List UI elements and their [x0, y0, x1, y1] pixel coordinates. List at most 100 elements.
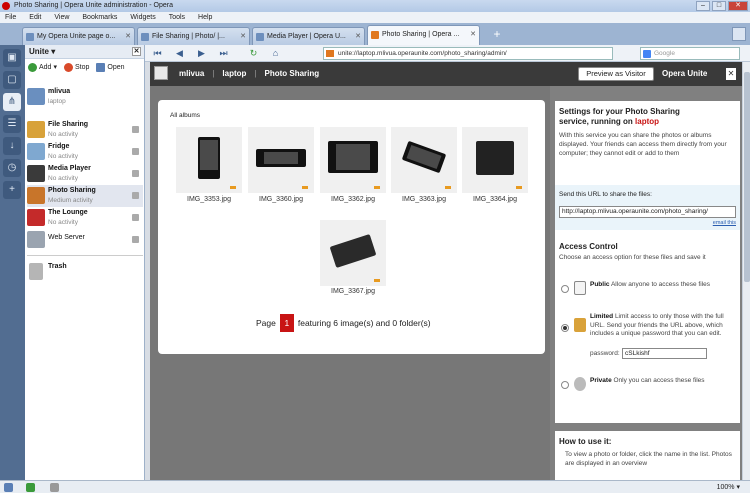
tab-photo-sharing[interactable]: Photo Sharing | Opera ... ✕ — [367, 25, 480, 45]
add-panel-icon[interactable]: + — [3, 181, 21, 199]
bookmarks-panel-icon[interactable]: ▣ — [3, 49, 21, 67]
public-radio[interactable] — [561, 285, 569, 293]
service-toggle-icon[interactable] — [132, 236, 139, 243]
service-status: Medium activity — [48, 197, 93, 204]
forward-icon[interactable]: ▶ — [195, 47, 208, 60]
all-albums-link[interactable]: All albums — [170, 112, 200, 119]
photo-caption[interactable]: IMG_3364.jpg — [455, 196, 535, 203]
search-field[interactable]: Google — [640, 47, 740, 60]
close-tab-icon[interactable]: ✕ — [125, 28, 131, 45]
site-header: mlivua | laptop | Photo Sharing Preview … — [150, 62, 742, 86]
reload-icon[interactable]: ↻ — [247, 47, 260, 60]
unite-panel-icon[interactable]: ⋔ — [3, 93, 21, 111]
minimize-button[interactable]: – — [696, 1, 710, 11]
home-item[interactable]: mlivua laptop — [27, 86, 143, 108]
service-item-fridge[interactable]: Fridge No activity — [27, 141, 143, 163]
zoom-level[interactable]: 100% ▾ — [717, 482, 740, 493]
photo-caption[interactable]: IMG_3360.jpg — [241, 196, 321, 203]
menu-help[interactable]: Help — [198, 12, 212, 23]
panel-header: Unite ▾ ✕ — [25, 45, 144, 59]
service-toggle-icon[interactable] — [132, 214, 139, 221]
trash-item[interactable]: Trash — [27, 261, 143, 283]
close-tab-icon[interactable]: ✕ — [355, 28, 361, 45]
menu-file[interactable]: File — [5, 12, 16, 23]
limited-text: Limited Limit access to only those with … — [590, 313, 724, 337]
tab-media-player[interactable]: Media Player | Opera U... ✕ — [252, 27, 365, 45]
stop-button[interactable]: Stop — [63, 62, 89, 72]
home-icon[interactable]: ⌂ — [269, 47, 282, 60]
tab-menu-button[interactable] — [732, 27, 746, 41]
service-toggle-icon[interactable] — [132, 170, 139, 177]
address-field[interactable]: unite://laptop.mlivua.operaunite.com/pho… — [323, 47, 613, 60]
close-tab-icon[interactable]: ✕ — [240, 28, 246, 45]
access-option-public[interactable]: Public Allow anyone to access these file… — [559, 280, 739, 308]
preview-as-visitor-button[interactable]: Preview as Visitor — [578, 67, 654, 81]
tab-file-sharing[interactable]: File Sharing | Photo/ |... ✕ — [137, 27, 250, 45]
add-button[interactable]: Add ▾ — [28, 62, 57, 72]
breadcrumb-user[interactable]: mlivua — [179, 62, 204, 86]
photo-caption[interactable]: IMG_3367.jpg — [313, 288, 393, 295]
url-text: unite://laptop.mlivua.operaunite.com/pho… — [338, 50, 507, 57]
service-toggle-icon[interactable] — [132, 148, 139, 155]
downloads-panel-icon[interactable]: ↓ — [3, 137, 21, 155]
device-image — [329, 234, 377, 268]
password-field[interactable]: cSLkishf — [622, 348, 707, 359]
breadcrumb-device[interactable]: laptop — [222, 62, 246, 86]
service-item-the-lounge[interactable]: The Lounge No activity — [27, 207, 143, 229]
settings-title: Settings for your Photo Sharing service, … — [559, 107, 680, 126]
limited-radio[interactable] — [561, 324, 569, 332]
private-radio[interactable] — [561, 381, 569, 389]
close-panel-icon[interactable]: ✕ — [132, 47, 141, 56]
tab-favicon — [371, 31, 379, 39]
close-tab-icon[interactable]: ✕ — [470, 26, 476, 43]
new-tab-button[interactable]: + — [490, 28, 504, 42]
device-image — [401, 140, 447, 174]
photo-caption[interactable]: IMG_3363.jpg — [384, 196, 464, 203]
page-number[interactable]: 1 — [279, 314, 294, 332]
turbo-icon[interactable] — [50, 483, 59, 492]
photo-thumbnail[interactable] — [391, 127, 457, 193]
access-option-private[interactable]: Private Only you can access these files — [559, 376, 739, 400]
rewind-icon[interactable]: ⏮ — [151, 47, 164, 60]
how-to-title: How to use it: — [559, 437, 612, 446]
tab-my-opera-unite[interactable]: My Opera Unite page o... ✕ — [22, 27, 135, 45]
maximize-button[interactable]: □ — [712, 1, 726, 11]
service-item-photo-sharing[interactable]: Photo Sharing Medium activity — [27, 185, 143, 207]
menu-bookmarks[interactable]: Bookmarks — [82, 12, 117, 23]
service-item-file-sharing[interactable]: File Sharing No activity — [27, 119, 143, 141]
widgets-panel-icon[interactable]: ▢ — [3, 71, 21, 89]
photo-caption[interactable]: IMG_3353.jpg — [169, 196, 249, 203]
page-scrollbar[interactable] — [742, 62, 750, 480]
service-toggle-icon[interactable] — [132, 192, 139, 199]
share-url-field[interactable]: http://laptop.mlivua.operaunite.com/phot… — [559, 206, 736, 218]
photo-thumbnail[interactable] — [462, 127, 528, 193]
close-window-button[interactable]: ✕ — [728, 1, 748, 11]
email-this-link[interactable]: email this — [713, 220, 736, 226]
notes-panel-icon[interactable]: ☰ — [3, 115, 21, 133]
unite-status-icon[interactable] — [26, 483, 35, 492]
close-admin-icon[interactable]: ✕ — [726, 68, 736, 80]
panel-toggle-icon[interactable] — [4, 483, 13, 492]
photo-thumbnail[interactable] — [320, 127, 386, 193]
service-item-web-server[interactable]: Web Server — [27, 229, 143, 251]
photo-caption[interactable]: IMG_3362.jpg — [313, 196, 393, 203]
gallery-panel: All albums IMG_3353.jpg IMG_3360.jpg IMG… — [158, 100, 545, 354]
menu-tools[interactable]: Tools — [169, 12, 185, 23]
breadcrumb-service[interactable]: Photo Sharing — [265, 62, 320, 86]
history-panel-icon[interactable]: ◷ — [3, 159, 21, 177]
menu-view[interactable]: View — [54, 12, 69, 23]
menu-widgets[interactable]: Widgets — [130, 12, 155, 23]
scrollbar-thumb[interactable] — [744, 72, 750, 282]
open-button[interactable]: Open — [96, 62, 125, 72]
service-item-media-player[interactable]: Media Player No activity — [27, 163, 143, 185]
menu-edit[interactable]: Edit — [29, 12, 41, 23]
photo-thumbnail[interactable] — [320, 220, 386, 286]
featuring-count: featuring 6 image(s) and 0 folder(s) — [297, 318, 431, 328]
service-toggle-icon[interactable] — [132, 126, 139, 133]
fast-forward-icon[interactable]: ⏭ — [217, 47, 230, 60]
photo-thumbnail[interactable] — [248, 127, 314, 193]
photo-thumbnail[interactable] — [176, 127, 242, 193]
home-icon — [27, 88, 45, 105]
page-label: Page — [256, 318, 276, 328]
back-icon[interactable]: ◀ — [173, 47, 186, 60]
